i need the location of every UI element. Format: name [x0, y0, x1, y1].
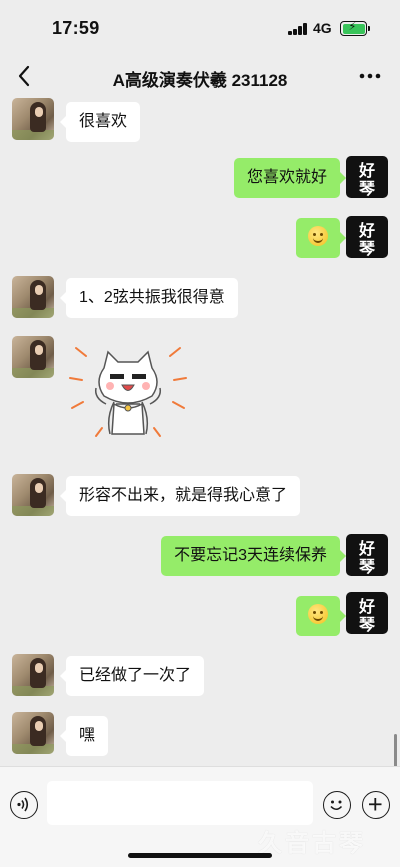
nav-bar: A高级演奏伏羲 231128	[0, 56, 400, 98]
contact-avatar[interactable]	[12, 276, 54, 318]
message-bubble-incoming[interactable]: 1、2弦共振我很得意	[60, 278, 238, 318]
svg-text:琴: 琴	[358, 239, 376, 258]
smile-emoji-icon	[308, 226, 328, 247]
message-bubble-outgoing[interactable]	[296, 218, 346, 258]
svg-text:琴: 琴	[358, 557, 376, 576]
message-bubble-outgoing[interactable]: 您喜欢就好	[233, 158, 347, 198]
watermark: 久音古琴	[258, 828, 366, 857]
svg-text:好: 好	[358, 221, 375, 240]
status-bar: 17:59 4G	[0, 0, 400, 56]
status-time: 17:59	[52, 18, 100, 38]
message-bubble-incoming[interactable]: 形容不出来，就是得我心意了	[59, 476, 301, 516]
voice-icon[interactable]	[10, 791, 38, 819]
svg-text:琴: 琴	[358, 615, 376, 634]
svg-text:好: 好	[358, 539, 375, 558]
chevron-left-icon[interactable]	[14, 64, 36, 88]
contact-avatar[interactable]	[12, 98, 54, 140]
more-dots-icon[interactable]	[356, 64, 384, 88]
svg-text:琴: 琴	[358, 179, 376, 198]
contact-avatar[interactable]	[12, 474, 54, 516]
message-bubble-incoming[interactable]: 嘿	[59, 716, 109, 756]
user-avatar[interactable]: 好琴	[346, 156, 388, 198]
message-bubble-outgoing[interactable]	[296, 596, 346, 636]
user-avatar[interactable]: 好琴	[346, 592, 388, 634]
plus-icon[interactable]	[362, 791, 390, 819]
emoji-icon[interactable]	[323, 791, 351, 819]
svg-text:好: 好	[358, 161, 375, 180]
user-avatar[interactable]: 好琴	[346, 534, 388, 576]
chat-title: A高级演奏伏羲 231128	[112, 71, 288, 90]
home-indicator[interactable]	[128, 853, 272, 858]
network-type: 4G	[313, 20, 332, 36]
scrollbar[interactable]	[394, 734, 397, 768]
chat-area[interactable]: 很喜欢 好琴 您喜欢就好 好琴 1、2弦共振我很得意 形容不出来，就是得我心意了…	[0, 98, 400, 766]
contact-avatar[interactable]	[12, 712, 54, 754]
message-bubble-incoming[interactable]: 很喜欢	[59, 102, 141, 142]
message-input[interactable]	[47, 781, 313, 825]
battery-icon	[340, 20, 370, 36]
message-bubble-incoming[interactable]: 已经做了一次了	[59, 656, 205, 696]
message-bubble-outgoing[interactable]: 不要忘记3天连续保养	[161, 536, 346, 576]
smile-emoji-icon	[308, 604, 328, 625]
signal-icon	[288, 23, 308, 35]
contact-avatar[interactable]	[12, 336, 54, 378]
input-bar: 久音古琴	[0, 766, 400, 867]
excited-cat-sticker[interactable]	[66, 338, 190, 448]
svg-text:好: 好	[358, 597, 375, 616]
user-avatar[interactable]: 好琴	[346, 216, 388, 258]
contact-avatar[interactable]	[12, 654, 54, 696]
